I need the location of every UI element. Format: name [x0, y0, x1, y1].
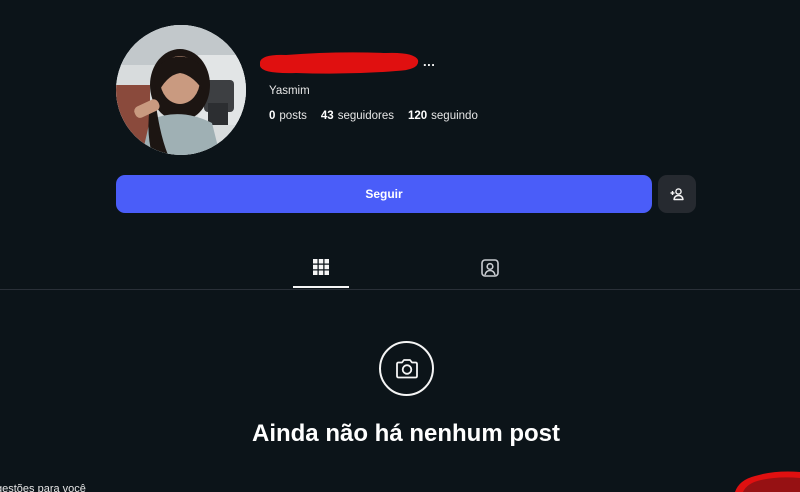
stat-followers-value: 43 [320, 110, 334, 122]
empty-state-title: Ainda não há nenhum post [251, 420, 560, 447]
stat-following-value: 120 [407, 110, 428, 122]
display-name: Yasmim [269, 85, 310, 97]
active-tab-indicator [293, 286, 349, 288]
grid-icon [313, 259, 329, 275]
profile-avatar[interactable] [116, 25, 246, 155]
tab-tagged[interactable] [462, 253, 518, 289]
empty-state-camera [379, 341, 434, 396]
tagged-person-icon [481, 259, 499, 277]
suggestions-heading: gestões para você [0, 483, 86, 492]
camera-icon [395, 358, 418, 378]
stat-posts-value: 0 [269, 110, 276, 122]
tab-posts-grid[interactable] [293, 253, 349, 289]
add-person-icon [670, 188, 684, 201]
stat-following[interactable]: 120 seguindo [408, 110, 478, 122]
tabs-divider [0, 289, 800, 290]
username-redaction [260, 52, 419, 74]
username-ellipsis: ... [423, 54, 436, 69]
stat-posts[interactable]: 0 posts [269, 110, 307, 122]
profile-stats: 0 posts 43 seguidores 120 seguindo [269, 110, 478, 122]
corner-redaction [735, 471, 800, 492]
avatar-photo [116, 25, 246, 155]
follow-button[interactable]: Seguir [116, 175, 652, 213]
suggested-users-button[interactable] [658, 175, 696, 213]
stat-followers-label: seguidores [337, 110, 394, 122]
stat-following-label: seguindo [431, 110, 478, 122]
stat-posts-label: posts [279, 110, 307, 122]
stat-followers[interactable]: 43 seguidores [321, 110, 394, 122]
